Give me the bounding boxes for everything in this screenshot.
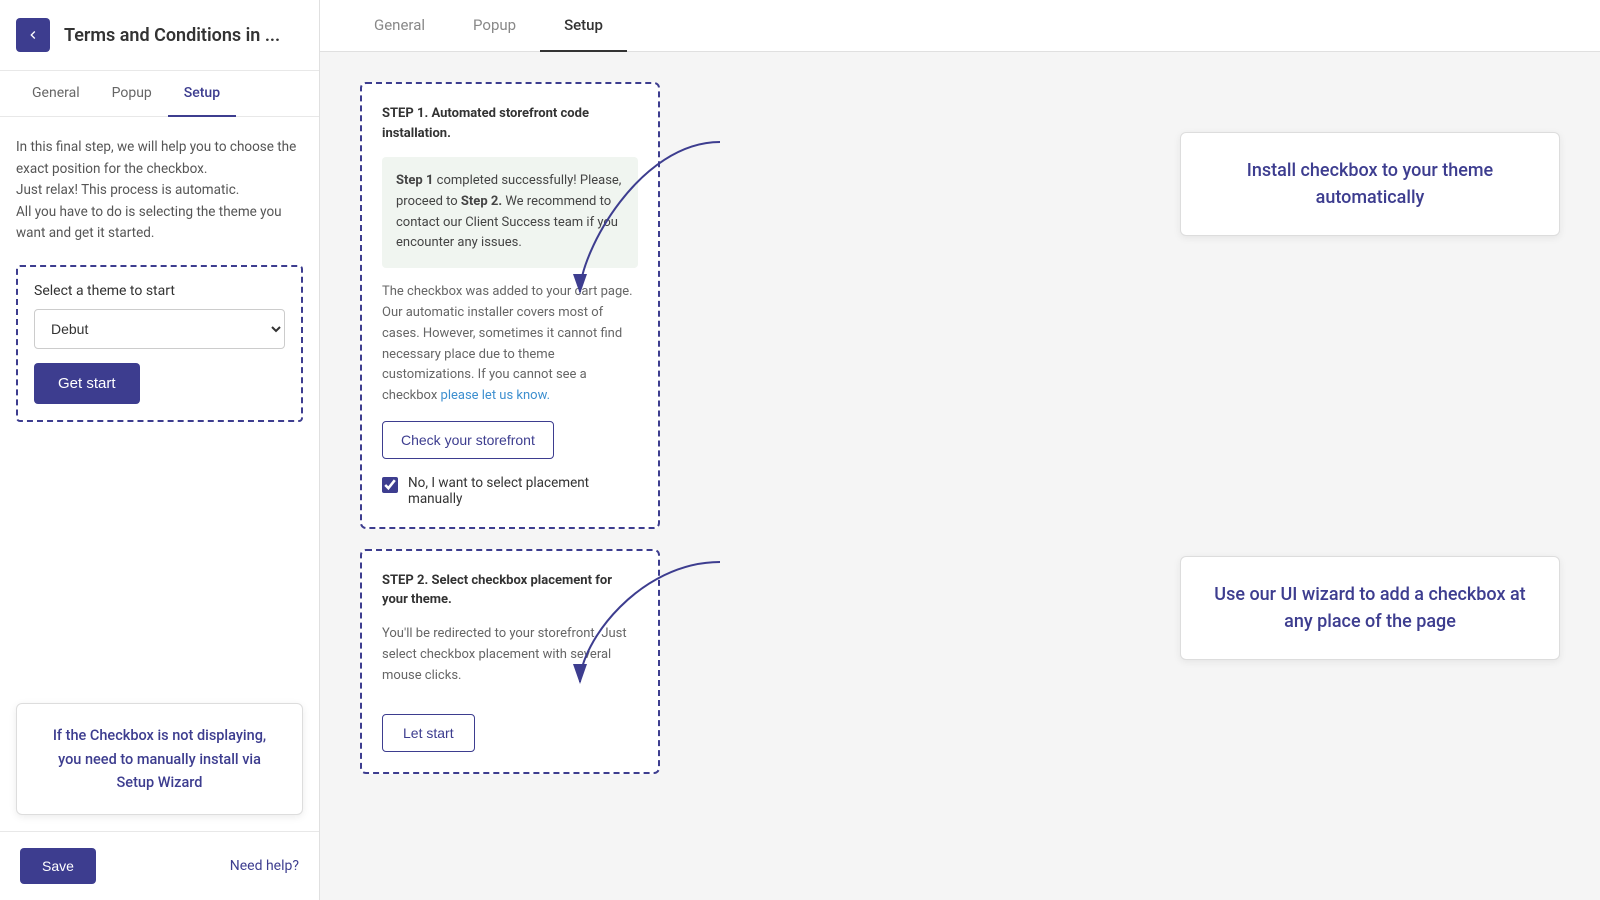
step2-heading-prefix: STEP 2. xyxy=(382,573,428,588)
step2-body-text: You'll be redirected to your storefront.… xyxy=(382,624,638,686)
main-body: STEP 1. Automated storefront code instal… xyxy=(320,52,1600,900)
check-storefront-button[interactable]: Check your storefront xyxy=(382,421,554,459)
manual-placement-checkbox[interactable] xyxy=(382,477,398,493)
main-tabs: General Popup Setup xyxy=(320,0,1600,52)
step1-body-text: The checkbox was added to your cart page… xyxy=(382,282,638,407)
callout-right-2: Use our UI wizard to add a checkbox at a… xyxy=(1180,556,1560,660)
sidebar-header: Terms and Conditions in ... xyxy=(0,0,319,71)
theme-select-label: Select a theme to start xyxy=(34,283,285,299)
sidebar-footer: Save Need help? xyxy=(0,831,319,900)
step1-success-bold1: Step 1 xyxy=(396,173,433,188)
step2-card: STEP 2. Select checkbox placement for yo… xyxy=(360,549,660,774)
step1-success-bold2: Step 2. xyxy=(461,194,502,209)
callouts-column: Install checkbox to your theme automatic… xyxy=(720,82,1560,870)
main-content: General Popup Setup STEP 1. Automated st… xyxy=(320,0,1600,900)
step1-heading-prefix: STEP 1. xyxy=(382,106,428,121)
sidebar-tab-general[interactable]: General xyxy=(16,71,96,117)
let-start-button[interactable]: Let start xyxy=(382,714,475,752)
sidebar-tab-setup[interactable]: Setup xyxy=(168,71,236,117)
steps-column: STEP 1. Automated storefront code instal… xyxy=(360,82,660,870)
step1-success-box: Step 1 completed successfully! Please, p… xyxy=(382,157,638,268)
sidebar: Terms and Conditions in ... General Popu… xyxy=(0,0,320,900)
get-start-button[interactable]: Get start xyxy=(34,363,140,404)
back-button[interactable] xyxy=(16,18,50,52)
step1-card: STEP 1. Automated storefront code instal… xyxy=(360,82,660,529)
main-tab-general[interactable]: General xyxy=(350,0,449,52)
need-help-link[interactable]: Need help? xyxy=(230,858,299,874)
main-tab-setup[interactable]: Setup xyxy=(540,0,627,52)
callout-right-1: Install checkbox to your theme automatic… xyxy=(1180,132,1560,236)
callout-right-2-text: Use our UI wizard to add a checkbox at a… xyxy=(1211,581,1529,635)
callout-right-1-text: Install checkbox to your theme automatic… xyxy=(1211,157,1529,211)
sidebar-title: Terms and Conditions in ... xyxy=(64,25,280,46)
theme-select-box: Select a theme to start Debut Get start xyxy=(16,265,303,422)
manual-placement-label: No, I want to select placement manually xyxy=(408,475,638,507)
main-tab-popup[interactable]: Popup xyxy=(449,0,540,52)
sidebar-callout-text: If the Checkbox is not displaying, you n… xyxy=(41,724,278,794)
sidebar-tab-popup[interactable]: Popup xyxy=(96,71,168,117)
sidebar-content: In this final step, we will help you to … xyxy=(0,117,319,703)
theme-select-dropdown[interactable]: Debut xyxy=(34,309,285,349)
save-button[interactable]: Save xyxy=(20,848,96,884)
step1-heading: STEP 1. Automated storefront code instal… xyxy=(382,104,638,143)
sidebar-tabs: General Popup Setup xyxy=(0,71,319,117)
manual-placement-row: No, I want to select placement manually xyxy=(382,475,638,507)
sidebar-callout-box: If the Checkbox is not displaying, you n… xyxy=(16,703,303,815)
please-let-us-know-link[interactable]: please let us know. xyxy=(441,388,550,403)
sidebar-description: In this final step, we will help you to … xyxy=(16,137,303,245)
step2-heading: STEP 2. Select checkbox placement for yo… xyxy=(382,571,638,610)
